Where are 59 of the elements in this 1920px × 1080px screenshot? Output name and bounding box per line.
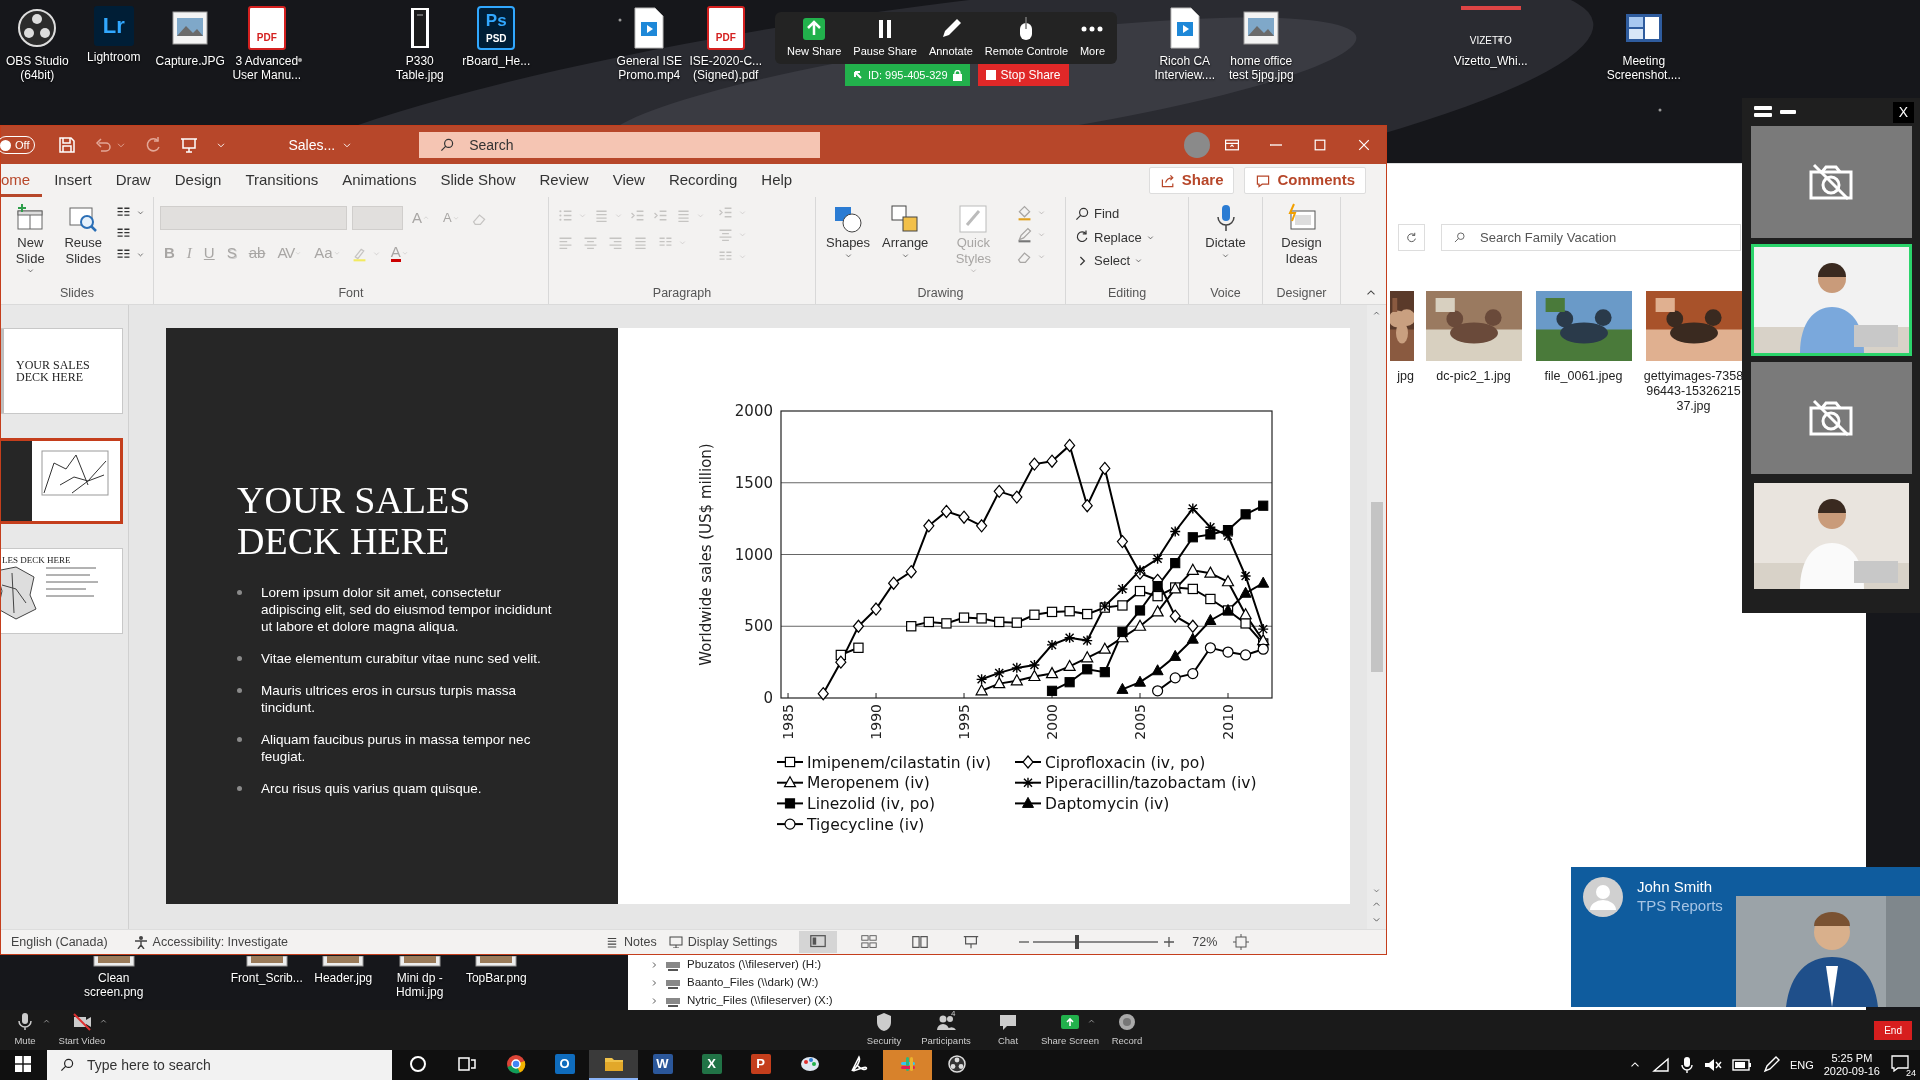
group-label: Editing — [1106, 285, 1148, 302]
icon-label: Header.jpg — [314, 971, 373, 985]
legend-label: Ciprofloxacin (iv, po) — [1045, 753, 1206, 772]
group-label: Paragraph — [651, 285, 713, 302]
file-name: gettyimages-735896443-1532621537.jpg — [1643, 369, 1744, 414]
icon-label: OBS Studio (64bit) — [4, 54, 70, 82]
bullet-text: Mauris ultrices eros in cursus turpis massa tincidunt. — [261, 682, 518, 716]
icon-label: Mini dp - Hdmi.jpg — [395, 971, 445, 999]
icon-label: Meeting Screenshot.... — [1605, 54, 1682, 82]
slide-title: YOUR SALES DECK HERE — [237, 480, 472, 562]
group-label: Drawing — [916, 285, 965, 302]
legend-label: Tigecycline (iv) — [807, 815, 925, 834]
group-label: Voice — [1209, 285, 1242, 302]
icon-label: Ricoh CA Interview.... — [1153, 54, 1217, 82]
bullet-text: Aliquam faucibus purus in massa tempor nec feugiat. — [261, 731, 532, 765]
axis-title: Worldwide sales (US$ million) — [697, 443, 715, 666]
axis-tick-label: 2000 — [1044, 704, 1060, 740]
icon-label: P330 Table.jpg — [394, 54, 445, 82]
icon-label: rBoard_He... — [462, 54, 531, 68]
icon-label: ISE-2020-C... (Signed).pdf — [688, 54, 764, 82]
icon-label: 3 Advanced User Manu... — [231, 54, 303, 82]
thumbnail-title: YOUR SALES DECK HERE — [16, 359, 91, 383]
axis-tick-label: 2010 — [1220, 704, 1236, 740]
thumbnail-title: LES DECK HERE — [2, 555, 72, 565]
axis-tick-label: 2000 — [734, 402, 773, 420]
language-status: English (Canada) — [10, 933, 109, 951]
bullet-text: Arcu risus quis varius quam quisque. — [261, 780, 482, 797]
icon-label: Front_Scrib... — [230, 971, 303, 985]
bullet-text: Lorem ipsum dolor sit amet, consectetur adipiscing elit, sed do eiusmod tempor incididunt ut labore et dolore magna aliqua. — [261, 584, 553, 635]
axis-tick-label: 1990 — [868, 704, 885, 740]
bullet-text: Vitae elementum curabitur vitae nunc sed velit. — [261, 650, 541, 667]
axis-tick-label: 0 — [763, 689, 773, 707]
icon-label: Lightroom — [87, 50, 141, 64]
axis-tick-label: 1500 — [734, 473, 773, 492]
caller-name: John Smith — [1637, 877, 1714, 896]
icon-label: Capture.JPG — [155, 54, 225, 68]
axis-tick-label: 2005 — [1132, 704, 1148, 740]
axis-tick-label: 1995 — [956, 704, 973, 740]
legend-label: Piperacillin/tazobactam (iv) — [1045, 774, 1257, 793]
legend-label: Meropenem (iv) — [807, 774, 930, 793]
file-name: file_0061.jpeg — [1543, 369, 1624, 384]
caller-subtitle: TPS Reports — [1637, 896, 1723, 915]
group-label: Font — [337, 285, 365, 302]
file-name: jpg — [1397, 369, 1414, 384]
axis-tick-label: 1000 — [734, 545, 773, 564]
icon-label: Clean screen.png — [83, 971, 145, 999]
axis-tick-label: 1985 — [780, 704, 797, 740]
icon-label: Vizetto_Whi... — [1453, 54, 1528, 68]
legend-label: Daptomycin (iv) — [1045, 794, 1170, 813]
axis-tick-label: 500 — [744, 617, 773, 636]
icon-label: TopBar.png — [465, 971, 527, 985]
group-label: Slides — [58, 285, 95, 302]
legend-label: Linezolid (iv, po) — [807, 794, 936, 813]
file-name: dc-pic2_1.jpg — [1435, 369, 1512, 384]
icon-label: home office test 5jpg.jpg — [1227, 54, 1295, 82]
icon-label: General ISE Promo.mp4 — [615, 54, 683, 82]
legend-label: Imipenem/cilastatin (iv) — [807, 753, 992, 772]
group-label: Designer — [1275, 285, 1328, 302]
participant-count: 4 — [951, 1008, 956, 1021]
